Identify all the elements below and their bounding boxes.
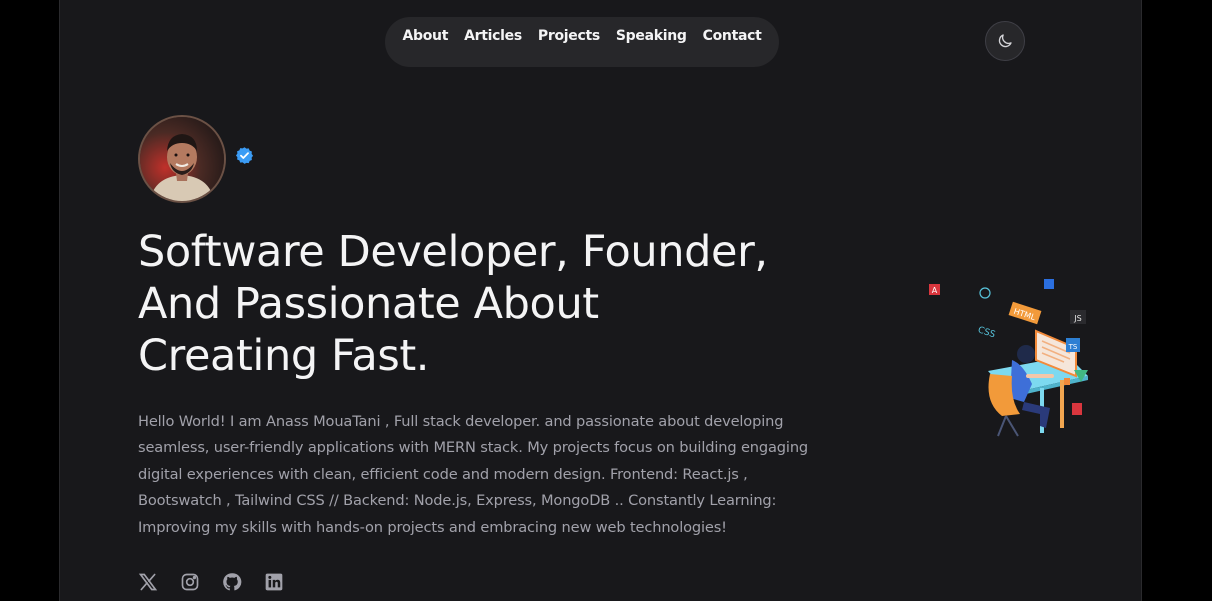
moon-icon <box>998 34 1012 48</box>
nav-link-articles[interactable]: Articles <box>464 28 522 44</box>
nav-link-about[interactable]: About <box>402 28 448 44</box>
headline-line-2: And Passionate About <box>138 279 599 329</box>
developer-illustration: A HTML CSS JS TS <box>928 276 1103 448</box>
top-navigation: About Articles Projects Speaking Contact <box>385 17 779 67</box>
avatar <box>138 115 226 203</box>
headline-line-1: Software Developer, Founder, <box>138 227 768 277</box>
instagram-icon[interactable] <box>180 572 200 592</box>
svg-text:A: A <box>932 286 938 295</box>
linkedin-icon[interactable] <box>264 572 284 592</box>
js-badge: JS <box>1073 314 1081 323</box>
headline-line-3: Creating Fast. <box>138 331 430 381</box>
avatar-photo <box>140 117 224 201</box>
ts-badge: TS <box>1068 343 1078 351</box>
css-badge: CSS <box>976 325 996 340</box>
nav-link-projects[interactable]: Projects <box>538 28 600 44</box>
verified-badge-icon <box>235 147 254 164</box>
hero-bio: Hello World! I am Anass MouaTani , Full … <box>138 413 809 536</box>
hero-headline: Software Developer, Founder, And Passion… <box>138 226 858 382</box>
x-icon[interactable] <box>138 572 158 592</box>
github-icon[interactable] <box>222 572 242 592</box>
nav-link-contact[interactable]: Contact <box>703 28 762 44</box>
nav-link-speaking[interactable]: Speaking <box>616 28 687 44</box>
page-container: About Articles Projects Speaking Contact <box>59 0 1142 601</box>
theme-toggle-button[interactable] <box>985 21 1025 61</box>
social-links <box>138 572 284 592</box>
